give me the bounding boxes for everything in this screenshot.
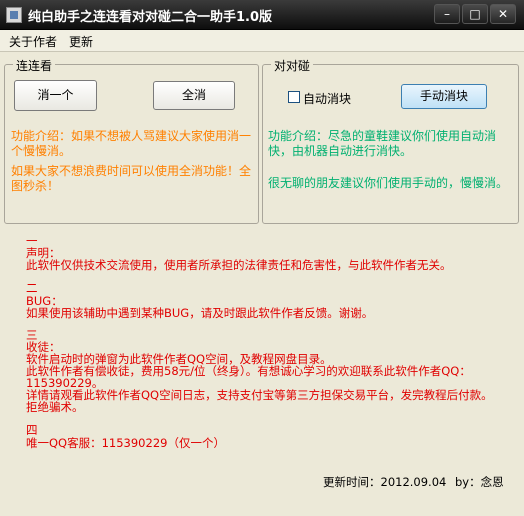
notice-line: 如果使用该辅助中遇到某种BUG，请及时跟此软件作者反馈。谢谢。 xyxy=(26,306,374,320)
minimize-button[interactable]: – xyxy=(434,4,460,24)
notice-line: 详情请观看此软件作者QQ空间日志，支持支付宝等第三方担保交易平台，发完教程后付款… xyxy=(26,388,493,402)
clear-all-button[interactable]: 全消 xyxy=(153,81,235,110)
app-icon xyxy=(6,7,22,23)
notice-line: 唯一QQ客服：115390229（仅一个） xyxy=(26,436,225,450)
clear-one-button[interactable]: 消一个 xyxy=(14,80,97,111)
manual-clear-button[interactable]: 手动消块 xyxy=(401,84,487,109)
author-credit: by：念恩 xyxy=(455,475,504,489)
maximize-button[interactable]: □ xyxy=(462,4,488,24)
auto-clear-checkbox[interactable] xyxy=(288,91,300,103)
notice-line: 此软件仅供技术交流使用，使用者所承担的法律责任和危害性，与此软件作者无关。 xyxy=(26,258,452,272)
lianliankan-tip: 如果大家不想浪费时间可以使用全消功能！全图秒杀！ xyxy=(11,164,252,193)
lianliankan-group: 连连看 消一个 全消 功能介绍：如果不想被人骂建议大家使用消一个慢慢消。 如果大… xyxy=(4,57,259,224)
auto-clear-label[interactable]: 自动消块 xyxy=(303,90,351,107)
lianliankan-intro: 功能介绍：如果不想被人骂建议大家使用消一个慢慢消。 xyxy=(11,129,252,158)
title-bar[interactable]: 纯白助手之连连看对对碰二合一助手1.0版 – □ ✕ xyxy=(0,0,524,30)
lianliankan-legend: 连连看 xyxy=(13,57,56,74)
menu-bar: 关于作者 更新 xyxy=(0,30,524,52)
duiduipeng-intro: 功能介绍：尽急的童鞋建议你们使用自动消快，由机器自动进行消快。 xyxy=(268,129,497,158)
notice-line: 拒绝骗术。 xyxy=(26,400,84,414)
window-title: 纯白助手之连连看对对碰二合一助手1.0版 xyxy=(28,10,273,25)
menu-about-author[interactable]: 关于作者 xyxy=(9,33,57,50)
duiduipeng-group: 对对碰 自动消块 手动消块 功能介绍：尽急的童鞋建议你们使用自动消快，由机器自动… xyxy=(262,57,519,224)
duiduipeng-legend: 对对碰 xyxy=(271,57,314,74)
duiduipeng-tip: 很无聊的朋友建议你们使用手动的，慢慢消。 xyxy=(268,176,509,190)
close-button[interactable]: ✕ xyxy=(490,4,516,24)
menu-update[interactable]: 更新 xyxy=(69,33,93,50)
update-time: 更新时间：2012.09.04 xyxy=(323,475,447,489)
